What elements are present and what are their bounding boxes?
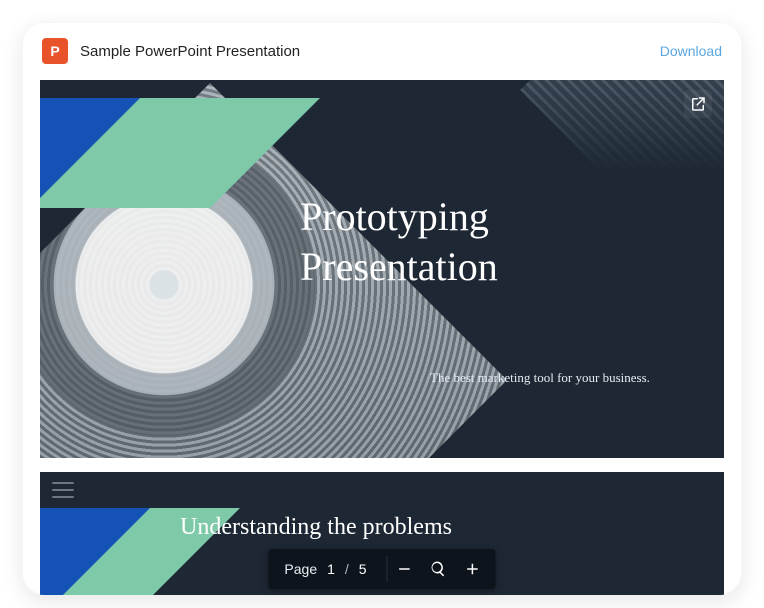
magnifier-icon (430, 560, 448, 578)
document-title: Sample PowerPoint Presentation (80, 43, 660, 60)
open-external-icon (689, 95, 707, 113)
slide-2-title: Understanding the problems (180, 514, 452, 541)
powerpoint-icon: P (42, 38, 68, 64)
minus-icon (396, 560, 414, 578)
thumbnails-toggle-button[interactable] (52, 482, 74, 498)
slide-gap (40, 458, 724, 472)
slide-1-title: Prototyping Presentation (300, 192, 498, 292)
plus-icon (464, 560, 482, 578)
slide-2: Understanding the problems Page 1 / 5 (40, 472, 724, 595)
slide-1-title-line-1: Prototyping (300, 194, 489, 239)
powerpoint-icon-letter: P (50, 43, 59, 59)
hamburger-line (52, 489, 74, 491)
current-page-number: 1 (317, 561, 345, 577)
page-label: Page (284, 561, 317, 577)
hamburger-line (52, 482, 74, 484)
page-controls: Page 1 / 5 (268, 549, 495, 589)
slide-viewer: Prototyping Presentation The best market… (40, 80, 724, 595)
open-external-button[interactable] (684, 90, 712, 118)
total-pages: 5 (349, 561, 377, 577)
download-link[interactable]: Download (660, 43, 722, 59)
header-bar: P Sample PowerPoint Presentation Downloa… (22, 22, 742, 80)
slide-1: Prototyping Presentation The best market… (40, 80, 724, 458)
zoom-in-button[interactable] (456, 552, 490, 586)
slide-1-subtitle: The best marketing tool for your busines… (430, 370, 650, 386)
zoom-reset-button[interactable] (422, 552, 456, 586)
slide-1-title-line-2: Presentation (300, 244, 498, 289)
zoom-out-button[interactable] (388, 552, 422, 586)
presentation-card: P Sample PowerPoint Presentation Downloa… (22, 22, 742, 595)
hamburger-line (52, 496, 74, 498)
